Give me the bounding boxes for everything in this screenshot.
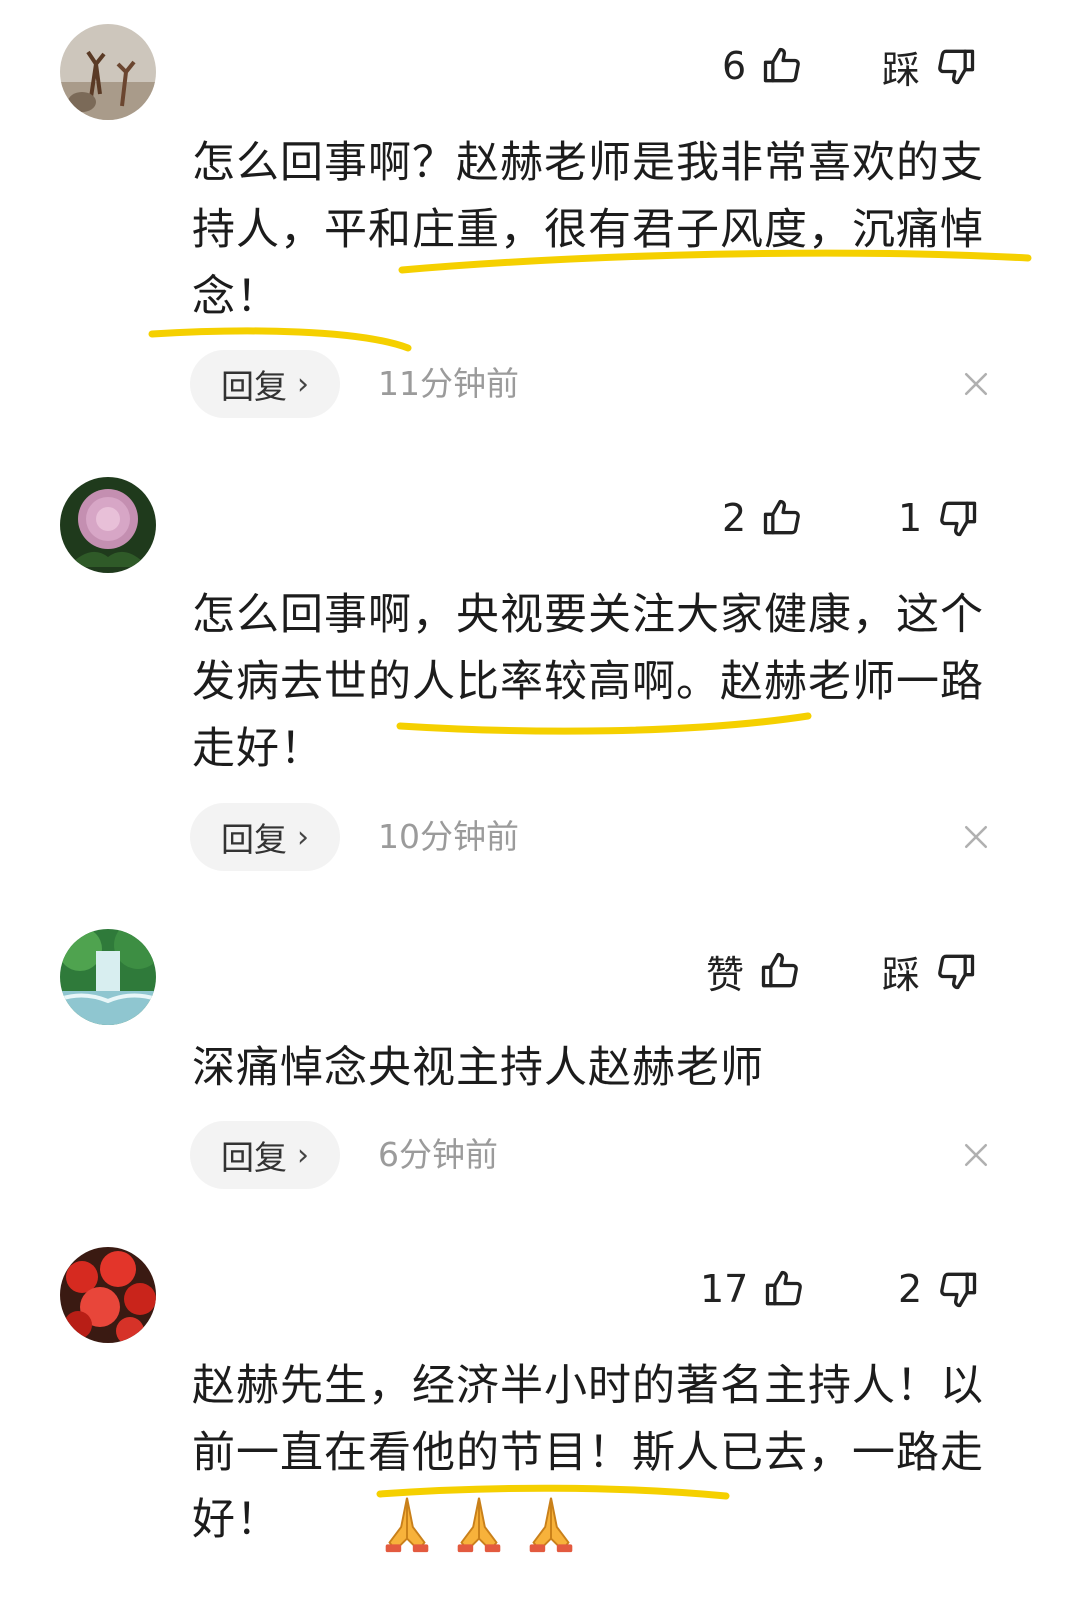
avatar[interactable] [60, 24, 156, 120]
comment-text: 怎么回事啊？赵赫老师是我非常喜欢的支持人，平和庄重，很有君子风度，沉痛悼念！ [192, 138, 984, 322]
folded-hands-icon [529, 1497, 573, 1553]
reply-label: 回复 [221, 1138, 287, 1177]
dislike-button[interactable]: 1 [898, 492, 980, 544]
dislike-button[interactable]: 2 [898, 1263, 980, 1315]
dislike-count: 1 [898, 496, 923, 540]
close-icon [964, 825, 988, 849]
folded-hands-icon [457, 1497, 501, 1553]
close-button[interactable] [958, 803, 994, 871]
reply-button[interactable]: 回复 › [190, 350, 340, 418]
thumbs-up-icon [758, 949, 802, 993]
avatar[interactable] [60, 929, 156, 1025]
folded-hands-icon [385, 1497, 429, 1553]
like-count: 17 [700, 1267, 749, 1311]
thumbs-down-icon [936, 496, 980, 540]
comment-timestamp: 10分钟前 [378, 817, 519, 856]
reply-label: 回复 [221, 820, 287, 859]
thumbs-up-icon [760, 496, 804, 540]
reply-button[interactable]: 回复 › [190, 803, 340, 871]
thumbs-up-icon [762, 1267, 806, 1311]
reply-label: 回复 [221, 367, 287, 406]
avatar[interactable] [60, 1247, 156, 1343]
chevron-right-icon: › [297, 366, 309, 402]
like-button[interactable]: 赞 [706, 945, 802, 997]
close-button[interactable] [958, 350, 994, 418]
thumbs-down-icon [934, 44, 978, 88]
close-icon [964, 372, 988, 396]
like-button[interactable]: 17 [700, 1263, 806, 1315]
like-count: 6 [722, 44, 747, 88]
reply-button[interactable]: 回复 › [190, 1121, 340, 1189]
chevron-right-icon: › [297, 1137, 309, 1173]
thumbs-down-icon [934, 949, 978, 993]
thumbs-down-icon [936, 1267, 980, 1311]
like-button[interactable]: 6 [722, 40, 804, 92]
like-button[interactable]: 2 [722, 492, 804, 544]
thumbs-up-icon [760, 44, 804, 88]
dislike-button[interactable]: 踩 [882, 945, 978, 997]
dislike-button[interactable]: 踩 [882, 40, 978, 92]
comment-text: 深痛悼念央视主持人赵赫老师 [192, 1043, 764, 1093]
comment-timestamp: 6分钟前 [378, 1135, 498, 1174]
comment-text: 赵赫先生，经济半小时的著名主持人！以前一直在看他的节目！斯人已去，一路走好！ [192, 1361, 984, 1545]
close-button[interactable] [958, 1121, 994, 1189]
like-label: 赞 [706, 952, 745, 997]
emoji-row [376, 1494, 582, 1556]
chevron-right-icon: › [297, 819, 309, 855]
close-icon [964, 1143, 988, 1167]
like-count: 2 [722, 496, 747, 540]
comment-timestamp: 11分钟前 [378, 364, 519, 403]
dislike-label: 踩 [882, 952, 921, 997]
avatar[interactable] [60, 477, 156, 573]
dislike-label: 踩 [882, 47, 921, 92]
dislike-count: 2 [898, 1267, 923, 1311]
comment-text: 怎么回事啊，央视要关注大家健康，这个发病去世的人比率较高啊。赵赫老师一路走好！ [192, 590, 984, 774]
